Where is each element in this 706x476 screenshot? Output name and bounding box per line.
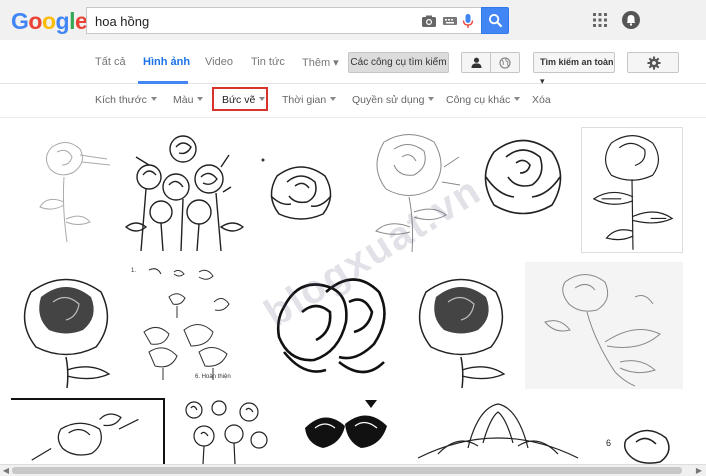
image-result[interactable]: 1. 6. Hoàn thiện [129, 262, 245, 389]
image-result[interactable]: 6 [596, 420, 684, 464]
filter-more-tools-label: Công cụ khác [446, 94, 511, 106]
image-result[interactable] [354, 127, 464, 253]
rose-sketch-image [39, 142, 111, 243]
google-logo[interactable]: Google [11, 8, 88, 35]
notifications-icon[interactable] [622, 11, 640, 29]
search-input[interactable] [95, 12, 415, 30]
image-result[interactable] [11, 127, 113, 253]
rose-bloom-image [484, 139, 562, 215]
caret-down-icon [197, 97, 204, 101]
image-result[interactable] [581, 127, 683, 253]
filter-time[interactable]: Thời gian [282, 94, 337, 106]
logo-letter: o [28, 8, 42, 34]
image-result[interactable] [121, 127, 247, 253]
image-result[interactable] [254, 262, 397, 389]
image-result[interactable] [408, 398, 588, 464]
person-icon [471, 57, 482, 68]
filter-usage-rights-label: Quyền sử dụng [352, 94, 425, 106]
image-result[interactable] [525, 262, 683, 389]
filter-color-label: Màu [173, 94, 194, 106]
step-number: 6 [606, 438, 611, 448]
rose-bouquet-image [124, 135, 245, 252]
image-result[interactable] [11, 262, 121, 389]
image-result[interactable] [474, 127, 572, 224]
filter-more-tools[interactable]: Công cụ khác [446, 94, 521, 106]
search-box [86, 7, 481, 34]
step-caption: 6. Hoàn thiện [195, 374, 231, 380]
google-images-page: Google hoa hồng Tất cả Hình ảnh Video Ti… [0, 0, 706, 476]
rose-outline-image [261, 158, 332, 220]
rose-leaves-image [592, 135, 674, 250]
rose-steps-image: 1. 6. Hoàn thiện [131, 268, 231, 380]
shaded-rose-image [418, 278, 506, 389]
search-tools-filters: Kích thước Màu Bức vẽ Thời gian Quyền sử… [0, 84, 706, 118]
highlight-annotation [212, 87, 268, 111]
search-tabs: Tất cả Hình ảnh Video Tin tức Thêm ▾ Các… [0, 40, 706, 86]
tab-all[interactable]: Tất cả [95, 56, 126, 68]
rose-pencil-image [375, 134, 461, 253]
filter-size-label: Kích thước [95, 94, 147, 106]
horizontal-scrollbar[interactable]: ◀ ▶ [0, 464, 706, 476]
keyboard-icon[interactable] [442, 13, 458, 29]
shaded-rose-image [23, 278, 111, 389]
filter-time-label: Thời gian [282, 94, 327, 106]
search-button[interactable] [481, 7, 509, 34]
filter-size[interactable]: Kích thước [95, 94, 157, 106]
microphone-icon[interactable] [460, 13, 476, 29]
filter-clear[interactable]: Xóa [532, 94, 551, 106]
tab-images[interactable]: Hình ảnh [143, 56, 190, 68]
image-result[interactable] [406, 262, 516, 389]
image-result[interactable] [179, 398, 272, 464]
image-result[interactable] [285, 398, 398, 464]
image-result[interactable] [11, 398, 165, 464]
globe-icon [499, 57, 511, 69]
scrollbar-thumb[interactable] [12, 467, 682, 474]
rose-step-image: 6 [606, 429, 670, 464]
apps-icon[interactable] [593, 13, 607, 27]
scroll-right-icon[interactable]: ▶ [694, 466, 704, 476]
caret-down-icon [150, 97, 157, 101]
logo-letter: g [55, 8, 70, 34]
logo-letter: G [11, 8, 29, 34]
caret-down-icon [330, 97, 337, 101]
caret-down-icon [514, 97, 521, 101]
hide-personal-results-button[interactable] [490, 52, 520, 73]
tab-more[interactable]: Thêm ▾ [302, 56, 339, 69]
lotus-outline-image [417, 403, 579, 459]
filter-color[interactable]: Màu [173, 94, 204, 106]
settings-button[interactable] [627, 52, 679, 73]
safe-search-button[interactable]: Tìm kiếm an toàn ▾ [533, 52, 615, 86]
logo-letter: o [41, 8, 56, 34]
rose-branch-image [525, 262, 683, 389]
rose-bold-image [305, 400, 387, 448]
rose-bud-image [276, 278, 386, 374]
search-icon [488, 13, 503, 28]
camera-icon[interactable] [421, 13, 437, 29]
gear-icon [647, 56, 661, 70]
filter-usage-rights[interactable]: Quyền sử dụng [352, 94, 435, 106]
tab-video[interactable]: Video [205, 56, 233, 68]
rose-cluster-image [185, 400, 268, 464]
image-result[interactable] [257, 156, 345, 225]
scroll-left-icon[interactable]: ◀ [1, 466, 11, 476]
caret-down-icon [428, 97, 435, 101]
tab-news[interactable]: Tin tức [251, 56, 285, 68]
svg-text:1.: 1. [131, 268, 136, 274]
top-bar: Google [0, 0, 706, 40]
personal-results-button[interactable] [461, 52, 491, 73]
rose-line-art-image [31, 413, 139, 461]
search-tools-button[interactable]: Các công cụ tìm kiếm [348, 52, 449, 73]
